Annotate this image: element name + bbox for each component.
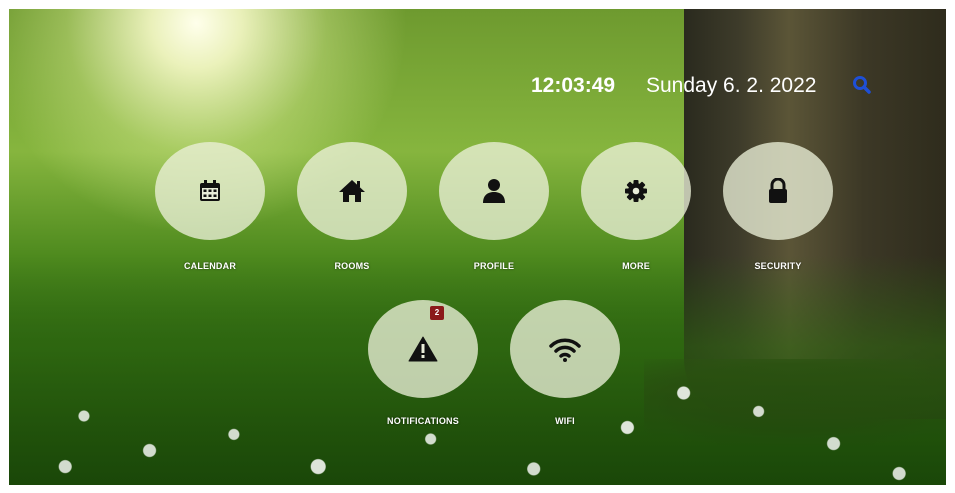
search-icon[interactable] [851, 74, 873, 96]
more-button[interactable] [581, 142, 691, 240]
grass-field [9, 255, 946, 485]
wifi-button[interactable] [510, 300, 620, 398]
profile-label: PROFILE [473, 261, 515, 271]
wifi-icon [549, 336, 581, 362]
notifications-badge: 2 [430, 306, 444, 320]
lock-icon [767, 178, 789, 204]
warning-icon [408, 336, 438, 362]
user-icon [482, 178, 506, 204]
security-button[interactable] [723, 142, 833, 240]
rooms-label: ROOMS [334, 261, 370, 271]
rooms-button[interactable] [297, 142, 407, 240]
more-label: MORE [622, 261, 650, 271]
calendar-icon [197, 178, 223, 204]
calendar-label: CALENDAR [183, 261, 237, 271]
clock-time: 12:03:49 [531, 74, 616, 97]
profile-button[interactable] [439, 142, 549, 240]
notifications-button[interactable] [368, 300, 478, 398]
home-icon [338, 178, 366, 204]
notifications-label: NOTIFICATIONS [387, 416, 459, 426]
wifi-label: WIFI [555, 416, 575, 426]
gear-icon [624, 179, 648, 203]
clock-date: Sunday 6. 2. 2022 [646, 74, 817, 97]
security-label: SECURITY [754, 261, 802, 271]
calendar-button[interactable] [155, 142, 265, 240]
